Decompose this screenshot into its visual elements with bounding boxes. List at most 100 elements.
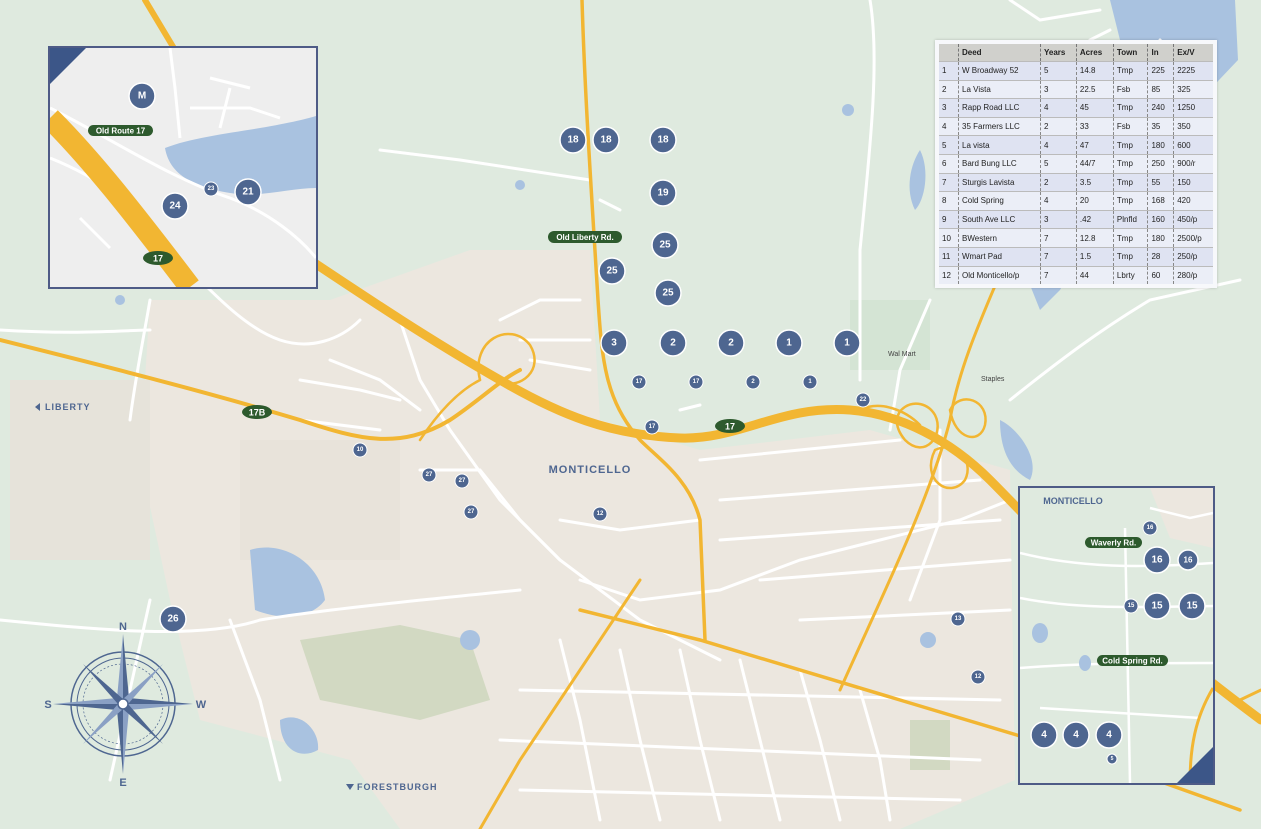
marker-19[interactable]: 19 — [649, 179, 677, 207]
deed-table-cell: 7 — [1040, 228, 1077, 248]
marker-18c[interactable]: 18 — [649, 126, 677, 154]
inset-marker-4c[interactable]: 4 — [1095, 721, 1123, 749]
compass-n: N — [119, 621, 127, 633]
marker-25c[interactable]: 25 — [654, 279, 682, 307]
compass-s: S — [44, 699, 51, 711]
deed-table-cell: Old Monticello/p — [958, 265, 1042, 285]
marker-small-2[interactable]: 2 — [745, 374, 761, 390]
deed-table-row[interactable]: 8 Cold Spring 4 20 Tmp 168 420 — [939, 191, 1213, 211]
deed-table-cell: 45 — [1076, 98, 1114, 118]
deed-table-cell: 4 — [1040, 191, 1077, 211]
marker-25b[interactable]: 25 — [598, 257, 626, 285]
marker-25a[interactable]: 25 — [651, 231, 679, 259]
inset-marker-16c[interactable]: 16 — [1177, 549, 1199, 571]
deed-table-header-cell: In — [1147, 44, 1175, 62]
deed-table-cell: W Broadway 52 — [958, 61, 1042, 81]
inset-town-label: MONTICELLO — [1043, 496, 1103, 506]
deed-table-cell: 44 — [1076, 265, 1114, 285]
deed-table-cell: 600 — [1173, 135, 1213, 155]
marker-1b[interactable]: 1 — [833, 329, 861, 357]
marker-2a[interactable]: 2 — [659, 329, 687, 357]
inset-marker-15a[interactable]: 15 — [1123, 598, 1139, 614]
inset-marker-24[interactable]: 24 — [161, 192, 189, 220]
inset-marker-4a[interactable]: 4 — [1030, 721, 1058, 749]
marker-small-13[interactable]: 13 — [950, 611, 966, 627]
deed-table-row[interactable]: 6 Bard Bung LLC 5 44/7 Tmp 250 900/r — [939, 153, 1213, 174]
inset-marker-4b[interactable]: 4 — [1062, 721, 1090, 749]
cold-spring-road-label: Cold Spring Rd. — [1097, 655, 1168, 666]
svg-text:18: 18 — [657, 135, 669, 146]
svg-text:LIBERTY: LIBERTY — [45, 402, 91, 412]
deed-table-header: Deed Years Acres Town In Ex/V — [939, 44, 1213, 62]
svg-text:21: 21 — [242, 187, 254, 198]
svg-text:Waverly Rd.: Waverly Rd. — [1091, 539, 1137, 548]
marker-2b[interactable]: 2 — [717, 329, 745, 357]
deed-table-row[interactable]: 2 La Vista 3 22.5 Fsb 85 325 — [939, 79, 1213, 99]
inset-map-old-route-17[interactable]: M Old Route 17 24 23 21 17 — [48, 46, 318, 289]
deed-table-header-cell: Years — [1040, 44, 1077, 62]
svg-text:27: 27 — [459, 478, 466, 484]
inset-marker-21[interactable]: 21 — [234, 178, 262, 206]
svg-text:17: 17 — [693, 379, 700, 385]
deed-table-row[interactable]: 7 Sturgis Lavista 2 3.5 Tmp 55 150 — [939, 172, 1213, 192]
walmart-label: Wal Mart — [888, 351, 916, 358]
svg-text:1: 1 — [786, 338, 792, 349]
inset-marker-15b[interactable]: 15 — [1143, 592, 1171, 620]
inset-marker-m[interactable]: M — [128, 82, 156, 110]
marker-small-27a[interactable]: 27 — [421, 467, 437, 483]
deed-table-row[interactable]: 10 BWestern 7 12.8 Tmp 180 2500/p — [939, 228, 1213, 248]
inset-marker-16a[interactable]: 16 — [1142, 520, 1158, 536]
inset-marker-23[interactable]: 23 — [203, 181, 219, 197]
marker-3[interactable]: 3 — [600, 329, 628, 357]
inset-marker-5[interactable]: 5 — [1106, 753, 1118, 765]
deed-table-cell: 35 — [1147, 116, 1175, 136]
route-17b-shield: 17B — [242, 405, 272, 419]
deed-table-row[interactable]: 1W Broadway 52 5 14.8 Tmp 225 2225 — [939, 61, 1213, 81]
old-liberty-road-label: Old Liberty Rd. — [548, 231, 622, 243]
deed-table-row[interactable]: 11 Wmart Pad 7 1.5 Tmp 28 250/p — [939, 246, 1213, 267]
marker-small-27c[interactable]: 27 — [463, 504, 479, 520]
deed-table-row[interactable]: 9 South Ave LLC 3.42 Plnfld 160 450/p — [939, 209, 1213, 229]
marker-1a[interactable]: 1 — [775, 329, 803, 357]
marker-small-17c[interactable]: 17 — [644, 419, 660, 435]
forestburgh-label: FORESTBURGH — [346, 782, 437, 792]
marker-small-17a[interactable]: 17 — [631, 374, 647, 390]
deed-table-row[interactable]: 3 Rapp Road LLC 4 45 Tmp 240 1250 — [939, 98, 1213, 118]
marker-18a[interactable]: 18 — [559, 126, 587, 154]
marker-26[interactable]: 26 — [159, 605, 187, 633]
deed-table-cell: 20 — [1076, 191, 1114, 211]
svg-text:18: 18 — [600, 135, 612, 146]
deed-table-cell: 85 — [1147, 79, 1175, 99]
deed-table-row[interactable]: 4 35 Farmers LLC 2 33 Fsb 35 350 — [939, 116, 1213, 136]
deed-table-cell: 3 — [1040, 209, 1077, 229]
deed-table-cell: Fsb — [1113, 79, 1149, 99]
svg-text:2: 2 — [670, 338, 676, 349]
inset-marker-15c[interactable]: 15 — [1178, 592, 1206, 620]
deed-table-cell: 3.5 — [1076, 172, 1114, 192]
marker-small-10[interactable]: 10 — [352, 442, 368, 458]
inset-map-monticello[interactable]: MONTICELLO Waverly Rd. Cold Spring Rd. 1… — [1018, 486, 1215, 785]
inset-marker-16b[interactable]: 16 — [1143, 546, 1171, 574]
deed-table-cell: 2225 — [1173, 61, 1213, 81]
deed-table-cell: 180 — [1147, 228, 1175, 248]
deed-table-cell: Tmp — [1113, 191, 1149, 211]
deed-table-row[interactable]: 5 La vista 4 47 Tmp 180 600 — [939, 135, 1213, 155]
svg-text:16: 16 — [1184, 556, 1193, 565]
marker-small-1[interactable]: 1 — [802, 374, 818, 390]
marker-small-12b[interactable]: 12 — [970, 669, 986, 685]
deed-table-cell: Rapp Road LLC — [958, 98, 1042, 118]
deed-table-cell: 5 — [1040, 61, 1077, 81]
deed-table-panel: Deed Years Acres Town In Ex/V 1W Broadway 52 5… — [935, 40, 1217, 288]
marker-18b[interactable]: 18 — [592, 126, 620, 154]
marker-small-17b[interactable]: 17 — [688, 374, 704, 390]
marker-small-22[interactable]: 22 — [855, 392, 871, 408]
deed-table-row[interactable]: 12 Old Monticello/p 7 44 Lbrty 60 280/p — [939, 265, 1213, 285]
deed-table-cell: 325 — [1173, 79, 1213, 99]
marker-small-27b[interactable]: 27 — [454, 473, 470, 489]
deed-table-cell: 4 — [1040, 135, 1077, 155]
svg-text:12: 12 — [975, 674, 982, 680]
marker-small-12a[interactable]: 12 — [592, 506, 608, 522]
inset-se-svg: MONTICELLO Waverly Rd. Cold Spring Rd. 1… — [1020, 488, 1213, 783]
deed-table-cell: 12.8 — [1076, 228, 1114, 248]
deed-table-header-cell: Deed — [958, 44, 1042, 62]
